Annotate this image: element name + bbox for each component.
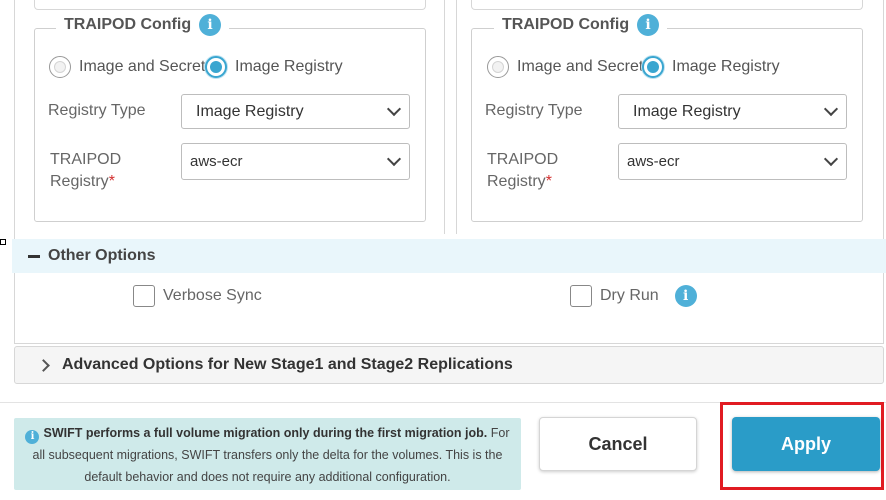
info-icon[interactable]: i xyxy=(637,14,660,36)
radio-selected-icon[interactable] xyxy=(642,56,664,78)
dry-run-label: Dry Run xyxy=(600,287,659,304)
registry-type-label-right: Registry Type xyxy=(485,102,583,119)
radio-image-registry-right[interactable]: Image Registry xyxy=(642,56,780,78)
cancel-button[interactable]: Cancel xyxy=(539,417,697,471)
radio-image-and-secret-left[interactable]: Image and Secret xyxy=(49,56,205,78)
label-line2: Registry xyxy=(50,173,109,190)
registry-type-value: Image Registry xyxy=(196,102,304,120)
traipod-registry-select-right[interactable]: aws-ecr xyxy=(618,143,847,180)
note-bold: SWIFT performs a full volume migration o… xyxy=(43,426,488,440)
minus-icon xyxy=(28,254,40,258)
other-options-title: Other Options xyxy=(48,247,156,264)
radio-label: Image and Secret xyxy=(79,58,206,75)
registry-type-value: Image Registry xyxy=(633,102,741,120)
required-marker: * xyxy=(545,173,552,190)
traipod-registry-label-left: TRAIPOD Registry* xyxy=(50,149,121,193)
radio-image-registry-left[interactable]: Image Registry xyxy=(205,56,343,78)
info-icon[interactable]: i xyxy=(674,285,697,307)
other-options-header[interactable]: Other Options xyxy=(12,239,886,273)
label-line1: TRAIPOD xyxy=(50,151,122,168)
radio-label: Image Registry xyxy=(672,58,780,75)
traipod-registry-label-right: TRAIPOD Registry* xyxy=(487,149,558,193)
resize-handle[interactable] xyxy=(0,239,6,245)
apply-button[interactable]: Apply xyxy=(732,417,880,471)
verbose-sync-checkbox[interactable]: Verbose Sync xyxy=(133,285,262,307)
radio-label: Image and Secret xyxy=(517,58,644,75)
verbose-sync-label: Verbose Sync xyxy=(163,287,262,304)
traipod-config-left-title: TRAIPOD Config xyxy=(64,16,192,33)
registry-value: aws-ecr xyxy=(190,153,243,170)
migration-info-note: i SWIFT performs a full volume migration … xyxy=(14,418,521,490)
traipod-config-left-legend: TRAIPOD Config i xyxy=(56,14,230,36)
radio-unselected-icon[interactable] xyxy=(49,56,71,78)
traipod-config-right-title: TRAIPOD Config xyxy=(502,16,630,33)
label-line2: Registry xyxy=(487,173,546,190)
registry-type-label-left: Registry Type xyxy=(48,102,146,119)
checkbox-icon[interactable] xyxy=(133,285,155,307)
advanced-options-title: Advanced Options for New Stage1 and Stag… xyxy=(62,356,513,373)
registry-value: aws-ecr xyxy=(627,153,680,170)
checkbox-icon[interactable] xyxy=(570,285,592,307)
chevron-down-icon xyxy=(386,151,402,166)
label-line1: TRAIPOD xyxy=(487,151,559,168)
chevron-right-icon xyxy=(37,358,50,372)
traipod-config-right-legend: TRAIPOD Config i xyxy=(494,14,668,36)
info-icon[interactable]: i xyxy=(199,14,222,36)
chevron-down-icon xyxy=(386,101,402,116)
radio-unselected-icon[interactable] xyxy=(487,56,509,78)
registry-type-select-left[interactable]: Image Registry xyxy=(181,94,410,129)
radio-label: Image Registry xyxy=(235,58,343,75)
advanced-options-accordion[interactable]: Advanced Options for New Stage1 and Stag… xyxy=(14,346,884,384)
chevron-down-icon xyxy=(823,151,839,166)
chevron-down-icon xyxy=(823,101,839,116)
dry-run-checkbox[interactable]: Dry Run i xyxy=(570,285,697,307)
required-marker: * xyxy=(108,173,115,190)
registry-type-select-right[interactable]: Image Registry xyxy=(618,94,847,129)
radio-selected-icon[interactable] xyxy=(205,56,227,78)
radio-image-and-secret-right[interactable]: Image and Secret xyxy=(487,56,643,78)
traipod-registry-select-left[interactable]: aws-ecr xyxy=(181,143,410,180)
info-icon: i xyxy=(25,430,40,444)
